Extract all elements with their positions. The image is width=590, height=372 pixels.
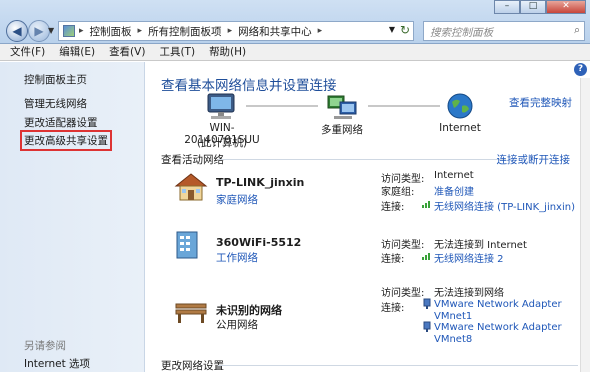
network-2-name: 360WiFi-5512 — [216, 236, 302, 249]
see-also-heading: 另请参阅 — [24, 340, 66, 352]
network-3-connection-1-sub[interactable]: VMnet1 — [434, 311, 472, 322]
search-icon[interactable]: ⌕ — [574, 24, 580, 37]
search-input[interactable]: 搜索控制面板 ⌕ — [423, 21, 585, 41]
menu-bar: 文件(F) 编辑(E) 查看(V) 工具(T) 帮助(H) — [0, 44, 590, 61]
change-sharing-link[interactable]: 更改高级共享设置 — [20, 130, 112, 151]
refresh-icon[interactable]: ↻ — [400, 23, 410, 37]
menu-file[interactable]: 文件(F) — [10, 44, 45, 60]
multi-network-label: 多重网络 — [321, 124, 363, 136]
network-1-name: TP-LINK_jinxin — [216, 176, 305, 189]
network-2-type[interactable]: 工作网络 — [216, 250, 258, 265]
menu-view[interactable]: 查看(V) — [109, 44, 145, 60]
computer-sub: (此计算机) — [196, 137, 248, 149]
network-2-access: 无法连接到 Internet — [434, 240, 527, 251]
network-adapter-icon — [423, 321, 431, 332]
breadcrumb-network-center[interactable]: 网络和共享中心 — [238, 24, 312, 39]
breadcrumb-control-panel[interactable]: 控制面板 — [90, 24, 132, 39]
menu-tools[interactable]: 工具(T) — [159, 44, 195, 60]
forward-button[interactable]: ▶ — [28, 20, 50, 42]
scrollbar[interactable] — [580, 78, 590, 372]
home-network-icon — [174, 173, 208, 201]
multiple-networks-icon — [327, 95, 357, 119]
network-3-connection-1[interactable]: VMware Network Adapter — [434, 299, 562, 310]
network-1-access: Internet — [434, 170, 474, 181]
help-icon[interactable]: ? — [574, 63, 587, 76]
network-adapter-icon — [423, 298, 431, 309]
homegroup-link[interactable]: 准备创建 — [434, 183, 474, 198]
title-bar: – □ ✕ ◀ ▶ ▼ ▸ 控制面板 ▸ 所有控制面板项 ▸ 网络和共享中心 ▸… — [0, 0, 590, 44]
change-settings-heading: 更改网络设置 — [161, 360, 224, 372]
homegroup-label: 家庭组: — [381, 187, 415, 198]
main-content: ? 查看基本网络信息并设置连接 查看完整映射 WIN-20140701SUU (… — [146, 62, 590, 372]
globe-icon — [447, 93, 473, 119]
network-2-connection[interactable]: 无线网络连接 2 — [434, 250, 504, 265]
active-networks-heading: 查看活动网络 — [161, 154, 224, 166]
connection-label: 连接: — [381, 202, 405, 213]
menu-help[interactable]: 帮助(H) — [209, 44, 246, 60]
connection-label: 连接: — [381, 254, 405, 265]
task-pane: 控制面板主页 管理无线网络 更改适配器设置 更改高级共享设置 另请参阅 Inte… — [0, 62, 145, 372]
network-3-connection-2[interactable]: VMware Network Adapter — [434, 322, 562, 333]
connection-label: 连接: — [381, 303, 405, 314]
section-divider — [218, 159, 506, 160]
access-type-label: 访问类型: — [381, 240, 425, 251]
recent-pages-dropdown[interactable]: ▼ — [48, 26, 54, 35]
address-dropdown-icon[interactable]: ▼ — [389, 25, 395, 34]
page-title: 查看基本网络信息并设置连接 — [161, 78, 337, 94]
minimize-button[interactable]: – — [494, 0, 520, 14]
network-3-name: 未识别的网络 — [216, 304, 282, 317]
control-panel-icon — [63, 25, 75, 37]
access-type-label: 访问类型: — [381, 288, 425, 299]
back-button[interactable]: ◀ — [6, 20, 28, 42]
map-link-line — [246, 105, 318, 107]
address-bar[interactable]: ▸ 控制面板 ▸ 所有控制面板项 ▸ 网络和共享中心 ▸ ▼ ↻ — [58, 21, 414, 41]
manage-wireless-link[interactable]: 管理无线网络 — [24, 96, 87, 111]
view-full-map-link[interactable]: 查看完整映射 — [509, 95, 572, 110]
network-3-connection-2-sub[interactable]: VMnet8 — [434, 334, 472, 345]
work-network-icon — [176, 231, 198, 259]
network-3-type: 公用网络 — [216, 319, 258, 331]
network-1-type[interactable]: 家庭网络 — [216, 192, 258, 207]
network-3-access: 无法连接到网络 — [434, 288, 504, 299]
computer-icon — [207, 93, 235, 119]
wifi-signal-icon — [422, 201, 430, 208]
search-placeholder: 搜索控制面板 — [430, 27, 493, 39]
control-panel-home-link[interactable]: 控制面板主页 — [24, 72, 87, 87]
window-controls: – □ ✕ — [494, 0, 586, 14]
connect-disconnect-link[interactable]: 连接或断开连接 — [497, 152, 571, 167]
breadcrumb-all-items[interactable]: 所有控制面板项 — [148, 24, 222, 39]
change-adapter-link[interactable]: 更改适配器设置 — [24, 115, 98, 130]
internet-label: Internet — [439, 122, 481, 134]
menu-edit[interactable]: 编辑(E) — [59, 44, 95, 60]
network-1-connection[interactable]: 无线网络连接 (TP-LINK_jinxin) — [434, 198, 575, 213]
maximize-button[interactable]: □ — [520, 0, 546, 14]
close-button[interactable]: ✕ — [546, 0, 586, 14]
wifi-signal-icon — [422, 253, 430, 260]
section-divider — [218, 365, 578, 366]
internet-options-link[interactable]: Internet 选项 — [24, 356, 90, 371]
public-network-icon — [175, 303, 207, 323]
map-link-line — [368, 105, 440, 107]
